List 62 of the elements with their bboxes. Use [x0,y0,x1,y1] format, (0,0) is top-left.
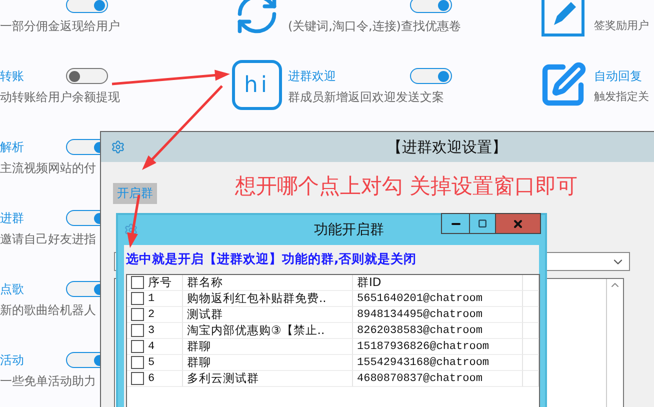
feature-title: 自动回复 [594,68,642,84]
feature-description: 一部分佣金返现给用户 [0,18,120,35]
toggle-switch[interactable] [66,0,108,13]
table-cell: 5651640201@chatroom [357,292,482,304]
feature-description: 签奖励用户 [594,18,650,33]
feature-description: 触发指定关 [594,89,650,104]
checkbox[interactable] [131,324,144,337]
close-button[interactable] [495,213,541,234]
table-cell: 6 [148,372,155,384]
table-cell: 15542943168@chatroom [357,356,490,368]
feature-title: 转账 [0,68,24,84]
notice-text: 选中就是开启【进群欢迎】功能的群,否则就是关闭 [126,251,417,268]
table-cell: 群聊 [187,355,211,370]
feature-description: 一些免单活动助力 [0,373,97,390]
table-cell: 1 [148,292,155,304]
table-cell: 购物返利红包补贴群免费.. [187,291,326,306]
table-cell: 8948134495@chatroom [357,308,482,320]
minimize-button[interactable] [441,213,470,234]
checkbox[interactable] [131,372,144,385]
column-header: 群名称 [187,275,223,290]
feature-title: 解析 [0,138,24,156]
settings-icon [124,223,138,237]
feature-title: 进群欢迎 [288,68,336,84]
window-title: 【进群欢迎设置】 [387,138,507,156]
maximize-button[interactable] [469,213,496,234]
feature-description: (关键词,淘口令,连接)查找优惠卷 [288,18,461,35]
checkbox[interactable] [131,340,144,353]
feature-description: 新的歌曲给机器人 [0,302,97,319]
feature-title: 点歌 [0,280,24,298]
table-cell: 多利云测试群 [187,371,259,386]
checkbox[interactable] [131,292,144,305]
feature-description: 群成员新增返回欢迎发送文案 [288,89,445,106]
dialog-title: 功能开启群 [314,221,384,239]
feature-title: 进群 [0,210,24,226]
table-cell: 5 [148,356,155,368]
table-cell: 测试群 [187,307,223,322]
table-cell: 2 [148,308,155,320]
settings-icon [111,140,125,154]
checkbox[interactable] [131,276,144,289]
table-cell: 4680870837@chatroom [357,372,482,384]
table-cell: 15187936826@chatroom [357,340,490,352]
column-header: 群ID [357,275,382,290]
table-cell: 3 [148,324,155,336]
toggle-switch[interactable] [66,68,108,84]
table-cell: 8262038583@chatroom [357,324,482,336]
maximize-icon [478,219,487,228]
toggle-switch[interactable] [410,68,452,84]
annotation-text: 想开哪个点上对勾 关掉设置窗口即可 [235,173,578,200]
table-cell: 4 [148,340,155,352]
feature-description: 动转账给用户余额提现 [0,89,120,106]
feature-title: 活动 [0,352,24,368]
table-cell: 群聊 [187,339,211,354]
checkbox[interactable] [131,308,144,321]
notepad-pencil-icon [540,0,586,37]
feature-description: 主流视频网站的付 [0,160,97,177]
table-cell: 淘宝内部优惠购③【禁止.. [187,323,325,338]
column-header: 序号 [148,275,172,290]
checkbox[interactable] [131,356,144,369]
hi-logo-icon: hi [232,60,282,110]
feature-description: 邀请自己好友进指 [0,231,97,248]
close-icon [512,218,524,230]
toggle-switch[interactable] [410,0,452,13]
